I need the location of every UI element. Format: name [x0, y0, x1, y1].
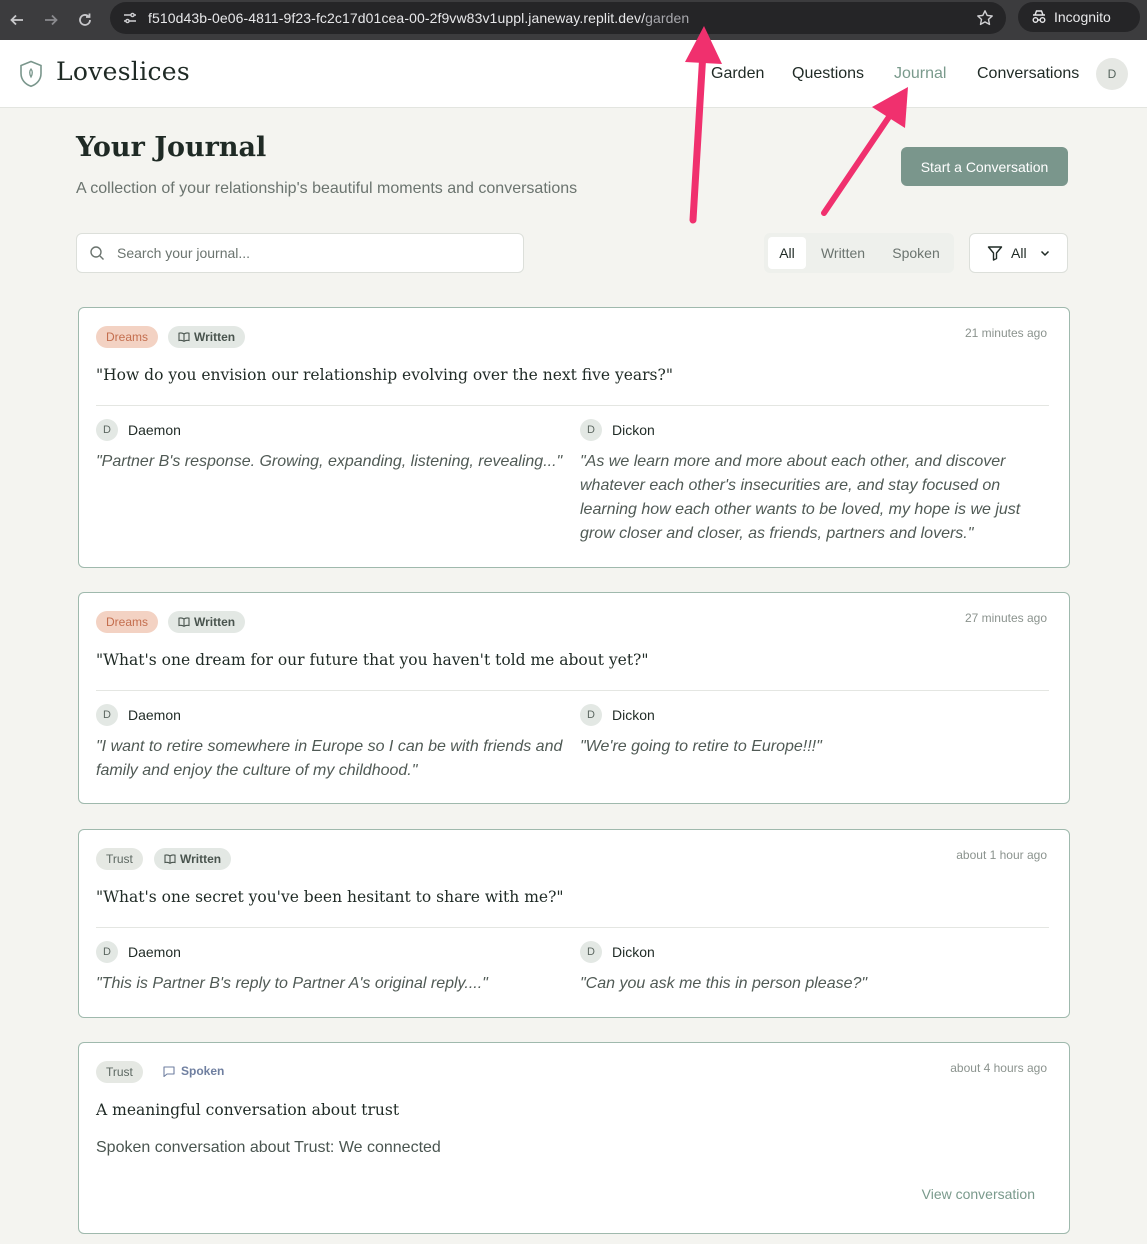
entry-question: "What's one secret you've been hesitant … — [96, 888, 564, 906]
partner-b: D Dickon — [580, 704, 655, 726]
view-conversation-link[interactable]: View conversation — [922, 1186, 1035, 1202]
entry-divider — [96, 927, 1049, 928]
segment-all[interactable]: All — [768, 237, 806, 269]
browser-toolbar: f510d43b-0e06-4811-9f23-fc2c17d01cea-00-… — [0, 0, 1147, 40]
url-host: f510d43b-0e06-4811-9f23-fc2c17d01cea-00-… — [148, 10, 646, 26]
message-icon — [163, 1065, 175, 1077]
filter-label: All — [1011, 245, 1027, 261]
search-icon — [90, 246, 104, 260]
segment-spoken[interactable]: Spoken — [884, 237, 948, 269]
written-tag: Written — [168, 611, 246, 633]
partner-a-avatar: D — [96, 941, 118, 963]
partner-a-reply: "I want to retire somewhere in Europe so… — [96, 738, 563, 779]
app-header: Loveslices Garden Questions Journal Conv… — [0, 40, 1147, 108]
entry-divider — [96, 405, 1049, 406]
partner-a-avatar: D — [96, 419, 118, 441]
shield-logo-icon — [19, 60, 43, 93]
incognito-icon — [1032, 10, 1046, 23]
spoken-tag: Spoken — [163, 1064, 224, 1078]
address-bar[interactable]: f510d43b-0e06-4811-9f23-fc2c17d01cea-00-… — [110, 2, 1006, 34]
category-tag: Dreams — [96, 611, 159, 633]
partner-b-avatar: D — [580, 704, 602, 726]
entry-timestamp: 21 minutes ago — [964, 326, 1047, 340]
journal-entry-card[interactable]: Trust Spoken about 4 hours ago A meaning… — [78, 1042, 1070, 1234]
entry-timestamp: about 4 hours ago — [950, 1061, 1047, 1075]
partner-a-reply: "This is Partner B's reply to Partner A'… — [96, 975, 488, 992]
entry-type-label: Written — [194, 330, 236, 344]
nav-questions[interactable]: Questions — [792, 65, 864, 83]
page-subtitle: A collection of your relationship's beau… — [76, 180, 578, 197]
start-conversation-button[interactable]: Start a Conversation — [901, 147, 1068, 186]
nav-garden[interactable]: Garden — [711, 65, 764, 83]
filter-icon — [987, 246, 1003, 261]
partner-b-name: Dickon — [612, 944, 655, 960]
written-tag: Written — [154, 848, 232, 870]
entry-type-label: Written — [180, 852, 222, 866]
written-tag: Written — [168, 326, 246, 348]
search-input[interactable] — [117, 245, 497, 261]
partner-a-avatar: D — [96, 704, 118, 726]
entry-question: "How do you envision our relationship ev… — [96, 366, 673, 384]
book-icon — [164, 854, 176, 864]
partner-b-reply: "As we learn more and more about each ot… — [580, 453, 1021, 542]
page-title: Your Journal — [76, 132, 267, 163]
nav-conversations[interactable]: Conversations — [977, 65, 1079, 83]
entry-type-label: Spoken — [181, 1064, 225, 1078]
journal-entry-card[interactable]: Dreams Written 27 minutes ago "What's on… — [78, 592, 1070, 804]
partner-b: D Dickon — [580, 419, 655, 441]
entry-type-label: Written — [194, 615, 236, 629]
nav-journal[interactable]: Journal — [894, 65, 946, 83]
chevron-down-icon — [1040, 250, 1049, 257]
partner-b-avatar: D — [580, 419, 602, 441]
entry-question: "What's one dream for our future that yo… — [96, 651, 649, 669]
partner-a-name: Daemon — [128, 944, 181, 960]
partner-b-name: Dickon — [612, 422, 655, 438]
entry-timestamp: about 1 hour ago — [956, 848, 1047, 862]
partner-a-name: Daemon — [128, 707, 181, 723]
back-icon[interactable] — [6, 9, 28, 31]
partner-a: D Daemon — [96, 941, 181, 963]
partner-b-reply: "Can you ask me this in person please?" — [580, 975, 868, 992]
conversation-summary: Spoken conversation about Trust: We conn… — [96, 1139, 441, 1156]
reload-icon[interactable] — [74, 9, 96, 31]
bookmark-star-icon[interactable] — [976, 9, 994, 32]
partner-b-name: Dickon — [612, 707, 655, 723]
incognito-badge[interactable]: Incognito — [1018, 2, 1140, 32]
book-icon — [178, 617, 190, 627]
url-text: f510d43b-0e06-4811-9f23-fc2c17d01cea-00-… — [148, 10, 689, 26]
segment-written[interactable]: Written — [812, 237, 874, 269]
journal-entry-card[interactable]: Dreams Written 21 minutes ago "How do yo… — [78, 307, 1070, 568]
journal-entry-card[interactable]: Trust Written about 1 hour ago "What's o… — [78, 829, 1070, 1018]
brand-name[interactable]: Loveslices — [56, 57, 190, 86]
partner-a: D Daemon — [96, 704, 181, 726]
entry-timestamp: 27 minutes ago — [964, 611, 1047, 625]
category-tag: Trust — [96, 848, 143, 870]
user-avatar[interactable]: D — [1096, 58, 1128, 90]
category-tag: Dreams — [96, 326, 159, 348]
category-filter-dropdown[interactable]: All — [969, 233, 1068, 273]
search-field[interactable] — [76, 233, 524, 273]
partner-b: D Dickon — [580, 941, 655, 963]
incognito-label: Incognito — [1054, 9, 1111, 25]
forward-icon[interactable] — [40, 9, 62, 31]
entry-divider — [96, 690, 1049, 691]
type-segmented-control: All Written Spoken — [764, 233, 954, 273]
partner-a: D Daemon — [96, 419, 181, 441]
partner-a-name: Daemon — [128, 422, 181, 438]
conversation-title: A meaningful conversation about trust — [96, 1101, 400, 1119]
url-path: garden — [645, 10, 690, 26]
site-settings-icon[interactable] — [122, 10, 138, 31]
partner-b-reply: "We're going to retire to Europe!!!" — [580, 738, 822, 755]
category-tag: Trust — [96, 1061, 143, 1083]
partner-a-reply: "Partner B's response. Growing, expandin… — [96, 453, 563, 470]
partner-b-avatar: D — [580, 941, 602, 963]
book-icon — [178, 332, 190, 342]
